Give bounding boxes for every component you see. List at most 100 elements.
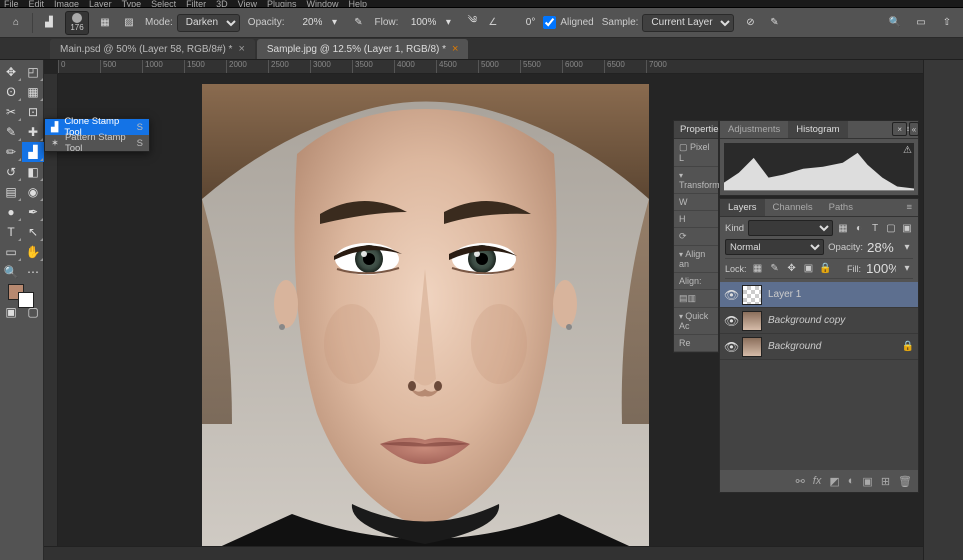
- layer-fx-icon[interactable]: fx: [813, 475, 822, 487]
- pressure-size-icon[interactable]: ✎: [766, 15, 782, 31]
- panel-menu-icon[interactable]: ≡: [900, 199, 918, 216]
- gradient-tool[interactable]: ▤: [0, 182, 22, 202]
- properties-tab[interactable]: Properties: [674, 121, 718, 139]
- tab-channels[interactable]: Channels: [765, 199, 821, 216]
- zoom-tool[interactable]: 🔍: [0, 262, 22, 282]
- airbrush-icon[interactable]: ༄: [464, 15, 480, 31]
- menu-item[interactable]: Help: [349, 0, 368, 8]
- home-icon[interactable]: ⌂: [8, 15, 24, 31]
- lock-transparency-icon[interactable]: ▦: [752, 263, 764, 275]
- layer-name[interactable]: Background copy: [768, 315, 914, 326]
- clone-stamp-tool[interactable]: ▟: [22, 142, 44, 162]
- hand-tool[interactable]: ✋: [22, 242, 44, 262]
- edit-toolbar[interactable]: ⋯: [22, 262, 44, 282]
- filter-adjust-icon[interactable]: ◐: [853, 222, 865, 234]
- layer-name[interactable]: Layer 1: [768, 289, 914, 300]
- menu-item[interactable]: 3D: [216, 0, 228, 8]
- filter-type-icon[interactable]: T: [869, 222, 881, 234]
- blur-tool[interactable]: ◉: [22, 182, 44, 202]
- menu-item[interactable]: Window: [307, 0, 339, 8]
- path-select-tool[interactable]: ↖: [22, 222, 44, 242]
- menu-item[interactable]: Select: [151, 0, 176, 8]
- opacity-input[interactable]: [288, 17, 322, 28]
- layer-fill-input[interactable]: [866, 261, 896, 276]
- align-section[interactable]: Align an: [674, 246, 718, 273]
- flyout-item-pattern-stamp[interactable]: ✶ Pattern Stamp Tool S: [45, 135, 149, 151]
- new-layer-icon[interactable]: ⊞: [881, 475, 890, 488]
- filter-smart-icon[interactable]: ▣: [901, 222, 913, 234]
- mode-select[interactable]: Darken: [177, 14, 240, 32]
- menu-item[interactable]: Type: [122, 0, 142, 8]
- dropdown-icon[interactable]: ▾: [901, 263, 913, 275]
- dropdown-icon[interactable]: ▾: [901, 241, 913, 253]
- marquee-tool[interactable]: ◰: [22, 62, 44, 82]
- menu-item[interactable]: Plugins: [267, 0, 297, 8]
- flow-input[interactable]: [402, 17, 436, 28]
- healing-tool[interactable]: ✚: [22, 122, 44, 142]
- align-icons[interactable]: ▤▥: [674, 290, 718, 308]
- eraser-tool[interactable]: ◧: [22, 162, 44, 182]
- menu-item[interactable]: Edit: [29, 0, 45, 8]
- brush-preset-picker[interactable]: 176: [65, 11, 89, 35]
- shape-tool[interactable]: ▭: [0, 242, 22, 262]
- document-canvas[interactable]: [202, 84, 649, 555]
- move-tool[interactable]: ✥: [0, 62, 22, 82]
- quick-action-button[interactable]: Re: [674, 335, 718, 352]
- visibility-icon[interactable]: 👁: [724, 340, 736, 354]
- layer-opacity-input[interactable]: [867, 240, 897, 255]
- warning-icon[interactable]: ⚠: [903, 145, 912, 156]
- menu-item[interactable]: Image: [54, 0, 79, 8]
- layer-thumbnail[interactable]: [742, 285, 762, 305]
- brush-panel-icon[interactable]: ▦: [97, 15, 113, 31]
- history-brush-tool[interactable]: ↺: [0, 162, 22, 182]
- panel-close-icon[interactable]: ×: [892, 122, 907, 136]
- search-icon[interactable]: 🔍: [887, 15, 903, 31]
- layer-row[interactable]: 👁 Background 🔒: [720, 334, 918, 360]
- menu-item[interactable]: View: [238, 0, 257, 8]
- delete-layer-icon[interactable]: 🗑: [898, 475, 912, 488]
- panel-collapse-icon[interactable]: «: [909, 122, 919, 136]
- dropdown-icon[interactable]: ▾: [440, 15, 456, 31]
- pressure-opacity-icon[interactable]: ✎: [350, 15, 366, 31]
- pen-tool[interactable]: ✒: [22, 202, 44, 222]
- layer-thumbnail[interactable]: [742, 311, 762, 331]
- layer-mask-icon[interactable]: ◩: [829, 475, 839, 488]
- lock-pixels-icon[interactable]: ✎: [769, 263, 781, 275]
- tab-layers[interactable]: Layers: [720, 199, 765, 216]
- lock-all-icon[interactable]: 🔒: [820, 263, 832, 275]
- sample-select[interactable]: Current Layer: [642, 14, 734, 32]
- angle-input[interactable]: [501, 17, 535, 28]
- visibility-icon[interactable]: 👁: [724, 288, 736, 302]
- layer-thumbnail[interactable]: [742, 337, 762, 357]
- lasso-tool[interactable]: ʘ: [0, 82, 22, 102]
- tab-paths[interactable]: Paths: [821, 199, 861, 216]
- layer-row[interactable]: 👁 Layer 1: [720, 282, 918, 308]
- transform-section[interactable]: Transform: [674, 167, 718, 194]
- selection-tool[interactable]: ▦: [22, 82, 44, 102]
- quick-actions-section[interactable]: Quick Ac: [674, 308, 718, 335]
- blend-mode-select[interactable]: Normal: [725, 239, 824, 255]
- stamp-tool-icon[interactable]: ▟: [41, 15, 57, 31]
- quickmask-toggle[interactable]: ▣: [0, 302, 22, 322]
- filter-pixel-icon[interactable]: ▦: [837, 222, 849, 234]
- share-icon[interactable]: ⇧: [939, 15, 955, 31]
- tab-adjustments[interactable]: Adjustments: [720, 121, 788, 138]
- aligned-checkbox[interactable]: [543, 16, 556, 29]
- document-tab[interactable]: Main.psd @ 50% (Layer 58, RGB/8#) * ×: [50, 39, 255, 59]
- menu-item[interactable]: Layer: [89, 0, 112, 8]
- lock-artboard-icon[interactable]: ▣: [803, 263, 815, 275]
- brush-tool[interactable]: ✏: [0, 142, 22, 162]
- dropdown-icon[interactable]: ▾: [326, 15, 342, 31]
- filter-kind-select[interactable]: [748, 220, 833, 236]
- type-tool[interactable]: T: [0, 222, 22, 242]
- screenmode-toggle[interactable]: ▢: [22, 302, 44, 322]
- lock-position-icon[interactable]: ✥: [786, 263, 798, 275]
- menu-item[interactable]: File: [4, 0, 19, 8]
- document-tab[interactable]: Sample.jpg @ 12.5% (Layer 1, RGB/8) * ×: [257, 39, 469, 59]
- group-icon[interactable]: ▣: [862, 475, 872, 488]
- crop-tool[interactable]: ✂: [0, 102, 22, 122]
- brush-settings-icon[interactable]: ▨: [121, 15, 137, 31]
- eyedropper-tool[interactable]: ✎: [0, 122, 22, 142]
- close-icon[interactable]: ×: [238, 43, 244, 55]
- ignore-adjust-icon[interactable]: ⊘: [742, 15, 758, 31]
